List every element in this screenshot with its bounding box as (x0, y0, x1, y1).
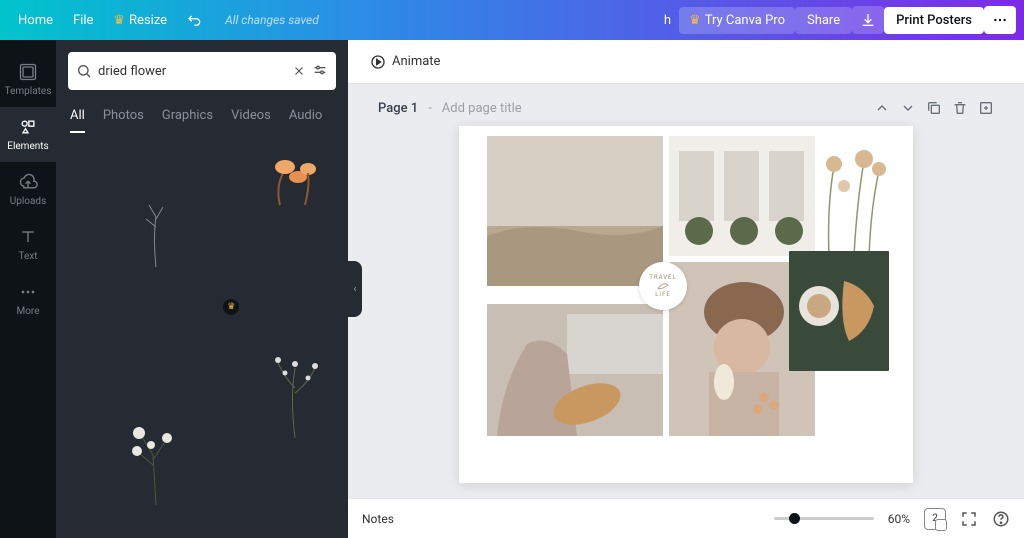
fullscreen-button[interactable] (960, 510, 978, 528)
undo-icon (187, 12, 203, 28)
elements-grid[interactable]: ♛ ♛ (56, 134, 348, 538)
element-item[interactable] (253, 329, 336, 447)
travel-life-badge[interactable]: TRAVEL LIFE (639, 262, 687, 310)
crown-icon: ♛ (689, 13, 701, 28)
element-item[interactable] (346, 329, 348, 447)
rail-elements[interactable]: Elements (0, 107, 56, 162)
templates-icon (18, 62, 38, 82)
share-label: Share (807, 13, 840, 28)
text-icon (18, 227, 38, 247)
tab-all[interactable]: All (70, 102, 85, 133)
rail-more[interactable]: More (0, 272, 56, 327)
canvas-flowers[interactable] (809, 146, 891, 256)
topbar-more-button[interactable] (984, 6, 1016, 34)
zoom-percent[interactable]: 60% (888, 512, 910, 526)
element-item[interactable] (253, 144, 336, 227)
file-button[interactable]: File (63, 7, 103, 34)
zoom-slider[interactable] (774, 517, 874, 520)
page-label: Page 1 (378, 101, 418, 116)
document-name[interactable]: h (664, 13, 671, 28)
canvas-image[interactable] (789, 251, 889, 371)
rail-templates-label: Templates (5, 86, 52, 97)
design-page[interactable]: TRAVEL LIFE (459, 126, 913, 483)
save-status: All changes saved (225, 13, 319, 27)
duplicate-page-button[interactable] (926, 100, 942, 116)
notes-button[interactable]: Notes (362, 512, 394, 526)
search-input[interactable] (98, 64, 286, 79)
download-icon (860, 12, 876, 28)
panel-collapse-button[interactable]: ‹ (348, 261, 362, 317)
resize-button[interactable]: ♛ Resize (103, 7, 177, 34)
canvas-image[interactable] (487, 136, 663, 286)
side-rail: Templates Elements Uploads Text More (0, 40, 56, 538)
leaf-icon (656, 281, 670, 291)
tab-audio[interactable]: Audio (289, 102, 322, 133)
badge-bottom-text: LIFE (655, 291, 671, 298)
page-title-input[interactable]: Add page title (442, 101, 522, 116)
rail-more-label: More (16, 306, 39, 317)
rail-uploads[interactable]: Uploads (0, 162, 56, 217)
try-pro-button[interactable]: ♛ Try Canva Pro (679, 7, 795, 34)
canvas-image[interactable] (487, 304, 663, 436)
search-box[interactable] (68, 52, 336, 90)
uploads-icon (18, 172, 38, 192)
crown-icon: ♛ (113, 13, 125, 28)
rail-text[interactable]: Text (0, 217, 56, 272)
add-page-button[interactable] (978, 100, 994, 116)
print-posters-button[interactable]: Print Posters (884, 7, 984, 34)
context-toolbar: Animate (348, 40, 1024, 84)
page-indicator[interactable]: 2 (924, 508, 946, 530)
page-count: 2 (932, 513, 938, 524)
rail-elements-label: Elements (7, 141, 48, 152)
share-button[interactable]: Share (795, 7, 852, 34)
page-up-button[interactable] (874, 100, 890, 116)
delete-page-button[interactable] (952, 100, 968, 116)
clear-search-button[interactable] (292, 64, 306, 78)
dots-icon (992, 12, 1008, 28)
rail-uploads-label: Uploads (10, 196, 46, 207)
elements-icon (18, 117, 38, 137)
page-down-button[interactable] (900, 100, 916, 116)
rail-text-label: Text (18, 251, 37, 262)
search-icon (76, 63, 92, 79)
animate-button[interactable]: Animate (362, 48, 448, 76)
home-label: Home (18, 13, 53, 28)
undo-button[interactable] (177, 6, 213, 34)
zoom-thumb[interactable] (789, 513, 800, 524)
element-item[interactable]: ♛ (68, 144, 243, 319)
more-icon (18, 282, 38, 302)
canvas-image[interactable] (669, 136, 815, 256)
element-item[interactable] (68, 329, 243, 538)
help-button[interactable] (992, 510, 1010, 528)
elements-panel: All Photos Graphics Videos Audio ♛ ♛ ‹ (56, 40, 348, 538)
search-filter-button[interactable] (312, 63, 328, 79)
chevron-left-icon: ‹ (353, 284, 356, 295)
element-item[interactable] (346, 144, 348, 227)
print-label: Print Posters (896, 13, 972, 28)
tab-graphics[interactable]: Graphics (162, 102, 213, 133)
resize-label: Resize (129, 13, 167, 28)
tab-videos[interactable]: Videos (231, 102, 271, 133)
tab-photos[interactable]: Photos (103, 102, 144, 133)
animate-label: Animate (392, 54, 440, 69)
premium-badge-icon: ♛ (223, 299, 239, 315)
home-button[interactable]: Home (8, 7, 63, 34)
rail-templates[interactable]: Templates (0, 52, 56, 107)
animate-icon (370, 54, 386, 70)
try-pro-label: Try Canva Pro (705, 13, 785, 28)
file-label: File (73, 13, 93, 28)
badge-top-text: TRAVEL (649, 274, 676, 281)
download-button[interactable] (852, 6, 884, 34)
element-tabs: All Photos Graphics Videos Audio (56, 102, 348, 134)
